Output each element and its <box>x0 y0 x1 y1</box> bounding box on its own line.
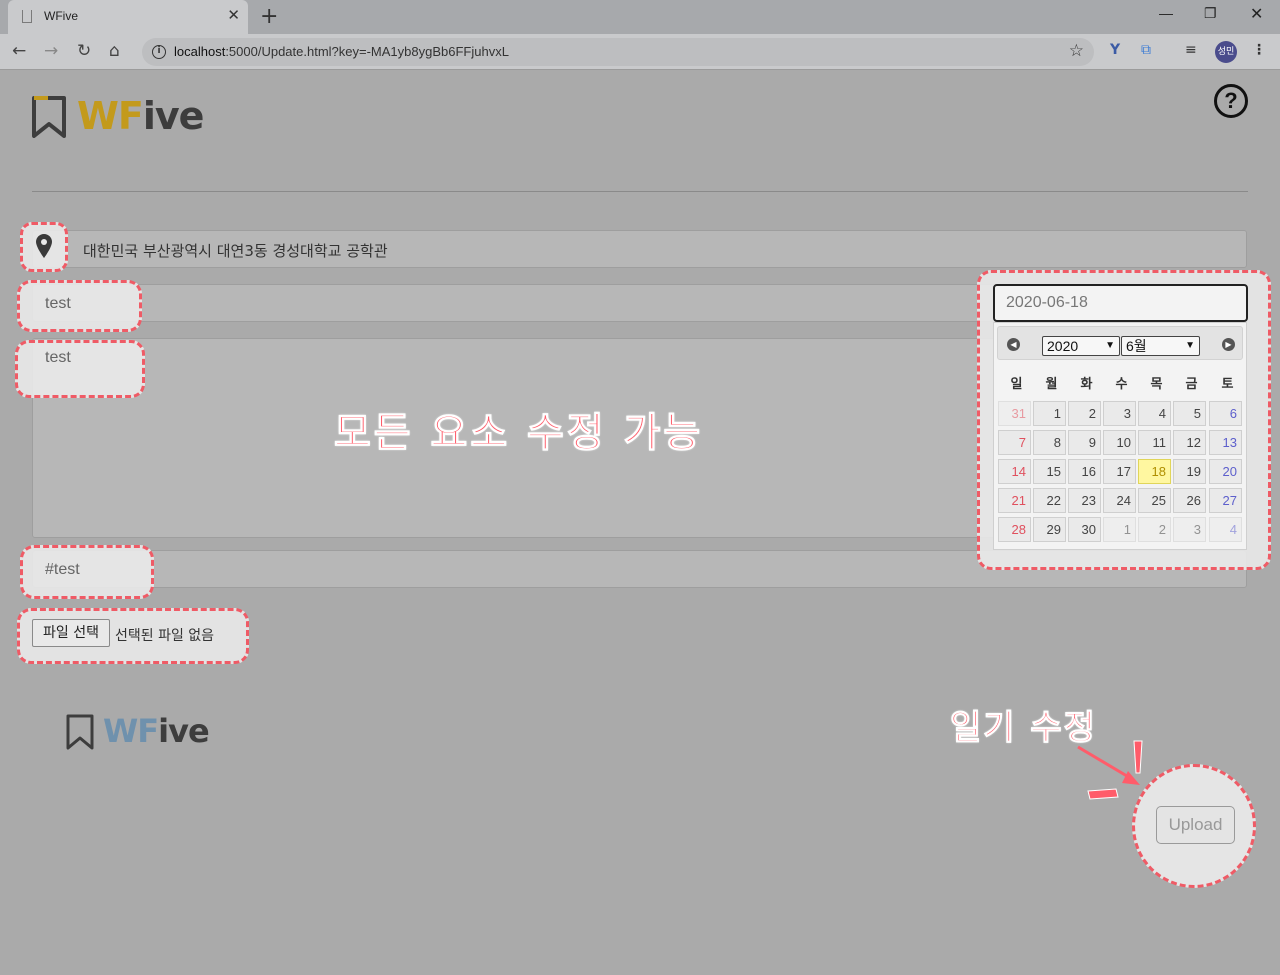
upload-button[interactable]: Upload <box>1156 806 1235 844</box>
calendar-day[interactable]: 16 <box>1068 459 1101 484</box>
calendar-day[interactable]: 20 <box>1209 459 1242 484</box>
calendar-day[interactable]: 24 <box>1103 488 1136 513</box>
logo-text-rest: ive <box>142 94 205 138</box>
calendar-day[interactable]: 22 <box>1033 488 1066 513</box>
logo-text-main: WF <box>77 94 144 138</box>
media-icon[interactable]: ≡ <box>1185 42 1197 58</box>
calendar-day[interactable]: 31 <box>998 401 1031 426</box>
prev-month-icon[interactable]: ◀ <box>1007 338 1020 351</box>
month-select[interactable]: 6월 ▼ <box>1121 336 1200 356</box>
menu-icon[interactable]: ⋮ <box>1252 42 1266 58</box>
next-month-icon[interactable]: ▶ <box>1222 338 1235 351</box>
footer-bookmark-icon <box>66 714 94 750</box>
calendar-day[interactable]: 17 <box>1103 459 1136 484</box>
date-input[interactable]: 2020-06-18 <box>993 284 1248 322</box>
month-value: 6월 <box>1126 338 1147 354</box>
calendar-header: ◀ 2020 ▼ 6월 ▼ ▶ <box>997 326 1243 360</box>
tag-highlight <box>20 545 154 599</box>
bookmark-favicon-icon <box>22 10 32 23</box>
browser-tab[interactable]: WFive ✕ <box>8 0 248 34</box>
translate-icon[interactable]: ⧉ <box>1141 42 1151 58</box>
calendar-day[interactable]: 30 <box>1068 517 1101 542</box>
chevron-down-icon: ▼ <box>1185 340 1195 351</box>
map-pin-icon[interactable] <box>36 234 52 258</box>
star-icon[interactable]: ☆ <box>1069 41 1084 61</box>
calendar-day[interactable]: 4 <box>1138 401 1171 426</box>
tab-title: WFive <box>44 9 78 23</box>
close-window-icon[interactable]: ✕ <box>1250 4 1263 24</box>
calendar-day[interactable]: 4 <box>1209 517 1242 542</box>
calendar-day[interactable]: 14 <box>998 459 1031 484</box>
annotation-edit-all: 모든 요소 수정 가능 <box>333 410 704 457</box>
browser-tab-bar: WFive ✕ + — ❐ ✕ <box>0 0 1280 34</box>
calendar-day[interactable]: 3 <box>1103 401 1136 426</box>
year-value: 2020 <box>1047 338 1079 354</box>
weekday-header: 화 <box>1080 377 1093 392</box>
calendar-day[interactable]: 10 <box>1103 430 1136 455</box>
calendar-day[interactable]: 3 <box>1173 517 1206 542</box>
calendar-day[interactable]: 27 <box>1209 488 1242 513</box>
url-host: localhost <box>174 44 226 59</box>
reload-icon[interactable]: ↻ <box>77 41 91 61</box>
url-path: :5000/Update.html?key=-MA1yb8ygBb6FFjuhv… <box>225 44 509 59</box>
calendar-day[interactable]: 9 <box>1068 430 1101 455</box>
restore-icon[interactable]: ❐ <box>1204 5 1217 22</box>
calendar-day[interactable]: 18 <box>1138 459 1171 484</box>
weekday-header: 금 <box>1185 377 1198 392</box>
forward-icon[interactable]: → <box>44 41 58 61</box>
file-select-button[interactable]: 파일 선택 <box>32 619 110 647</box>
calendar-day[interactable]: 7 <box>998 430 1031 455</box>
extension-icon[interactable]: Y <box>1110 42 1120 58</box>
calendar-day[interactable]: 1 <box>1103 517 1136 542</box>
footer-logo-main: WF <box>103 712 159 750</box>
weekday-header: 일 <box>1010 377 1023 392</box>
title-value[interactable]: test <box>45 295 71 313</box>
back-icon[interactable]: ← <box>12 41 26 61</box>
calendar-day[interactable]: 6 <box>1209 401 1242 426</box>
calendar-day[interactable]: 13 <box>1209 430 1242 455</box>
content-value[interactable]: test <box>45 349 71 367</box>
file-status: 선택된 파일 없음 <box>115 628 215 644</box>
year-select[interactable]: 2020 ▼ <box>1042 336 1120 356</box>
calendar-day[interactable]: 29 <box>1033 517 1066 542</box>
new-tab-icon[interactable]: + <box>260 4 278 29</box>
calendar-day[interactable]: 2 <box>1138 517 1171 542</box>
calendar-day[interactable]: 1 <box>1033 401 1066 426</box>
weekday-header: 목 <box>1150 377 1163 392</box>
weekday-header: 월 <box>1045 377 1058 392</box>
calendar-popup: ◀ 2020 ▼ 6월 ▼ ▶ 일 월 화 수 목 금 토 31 1 2 3 4 5 6 7 8 9 10 11 12 13… <box>993 322 1247 550</box>
calendar-day[interactable]: 2 <box>1068 401 1101 426</box>
calendar-day[interactable]: 25 <box>1138 488 1171 513</box>
calendar-day[interactable]: 23 <box>1068 488 1101 513</box>
weekday-header: 토 <box>1221 377 1234 392</box>
calendar-day[interactable]: 21 <box>998 488 1031 513</box>
browser-toolbar: ← → ↻ ⌂ i localhost:5000/Update.html?key… <box>0 34 1280 70</box>
calendar-day[interactable]: 11 <box>1138 430 1171 455</box>
calendar-day[interactable]: 19 <box>1173 459 1206 484</box>
calendar-day[interactable]: 28 <box>998 517 1031 542</box>
footer-logo-rest: ive <box>158 712 210 750</box>
content-highlight <box>15 340 145 398</box>
wfive-logo[interactable]: WFive <box>32 94 205 140</box>
home-icon[interactable]: ⌂ <box>109 41 120 61</box>
calendar-day[interactable]: 12 <box>1173 430 1206 455</box>
header-divider <box>32 191 1248 192</box>
close-tab-icon[interactable]: ✕ <box>227 6 240 24</box>
calendar-day[interactable]: 8 <box>1033 430 1066 455</box>
chevron-down-icon: ▼ <box>1105 340 1115 351</box>
avatar[interactable]: 성민 <box>1215 41 1237 63</box>
help-icon[interactable]: ? <box>1214 84 1248 118</box>
calendar-day[interactable]: 5 <box>1173 401 1206 426</box>
footer-logo: WFive <box>66 712 216 754</box>
info-icon[interactable]: i <box>152 45 166 59</box>
tag-value[interactable]: #test <box>45 561 80 579</box>
location-text: 대한민국 부산광역시 대연3동 경성대학교 공학관 <box>83 242 388 260</box>
weekday-header: 수 <box>1115 377 1128 392</box>
address-bar[interactable]: i localhost:5000/Update.html?key=-MA1yb8… <box>142 38 1094 66</box>
calendar-day[interactable]: 26 <box>1173 488 1206 513</box>
calendar-day[interactable]: 15 <box>1033 459 1066 484</box>
title-highlight <box>17 280 142 332</box>
minimize-icon[interactable]: — <box>1159 5 1173 21</box>
bookmark-logo-icon <box>32 96 66 138</box>
